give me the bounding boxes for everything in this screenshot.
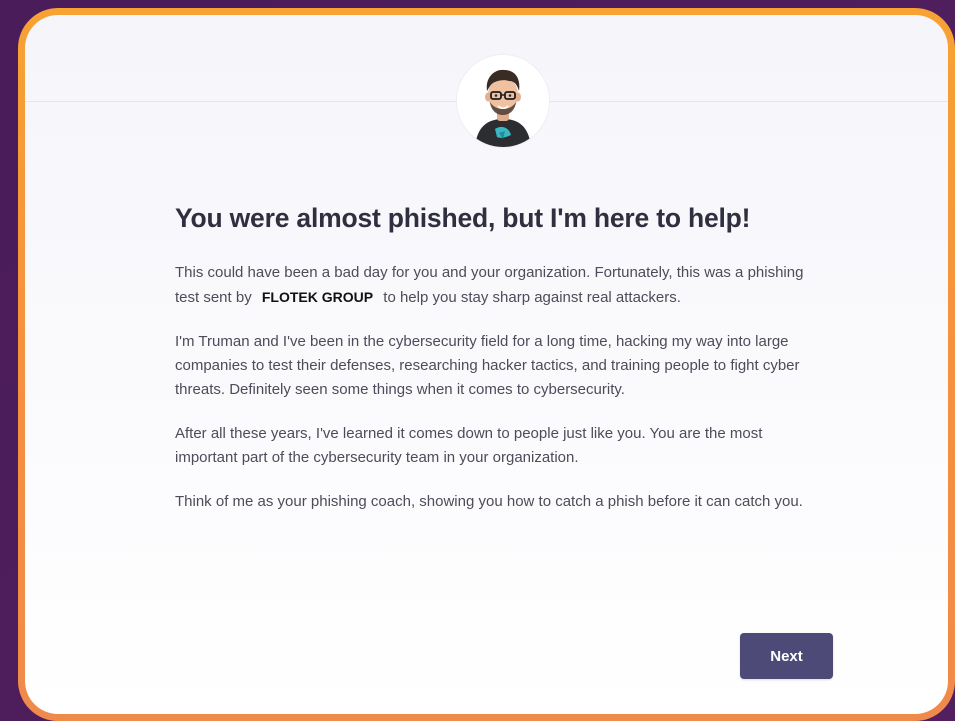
card-frame: You were almost phished, but I'm here to… xyxy=(18,8,955,721)
intro-text-end: to help you stay sharp against real atta… xyxy=(379,289,681,306)
next-button[interactable]: Next xyxy=(740,633,833,679)
coach-bio-paragraph: I'm Truman and I've been in the cybersec… xyxy=(175,333,800,398)
avatar-icon xyxy=(457,55,549,147)
coach-paragraph: Think of me as your phishing coach, show… xyxy=(175,493,803,510)
avatar xyxy=(457,55,549,147)
people-paragraph: After all these years, I've learned it c… xyxy=(175,425,763,466)
sender-organization: FLOTEK GROUP xyxy=(261,289,374,305)
intro-paragraph: This could have been a bad day for you a… xyxy=(175,261,825,310)
message-content: You were almost phished, but I'm here to… xyxy=(175,201,825,534)
message-card: You were almost phished, but I'm here to… xyxy=(25,15,948,714)
page-title: You were almost phished, but I'm here to… xyxy=(175,203,751,233)
